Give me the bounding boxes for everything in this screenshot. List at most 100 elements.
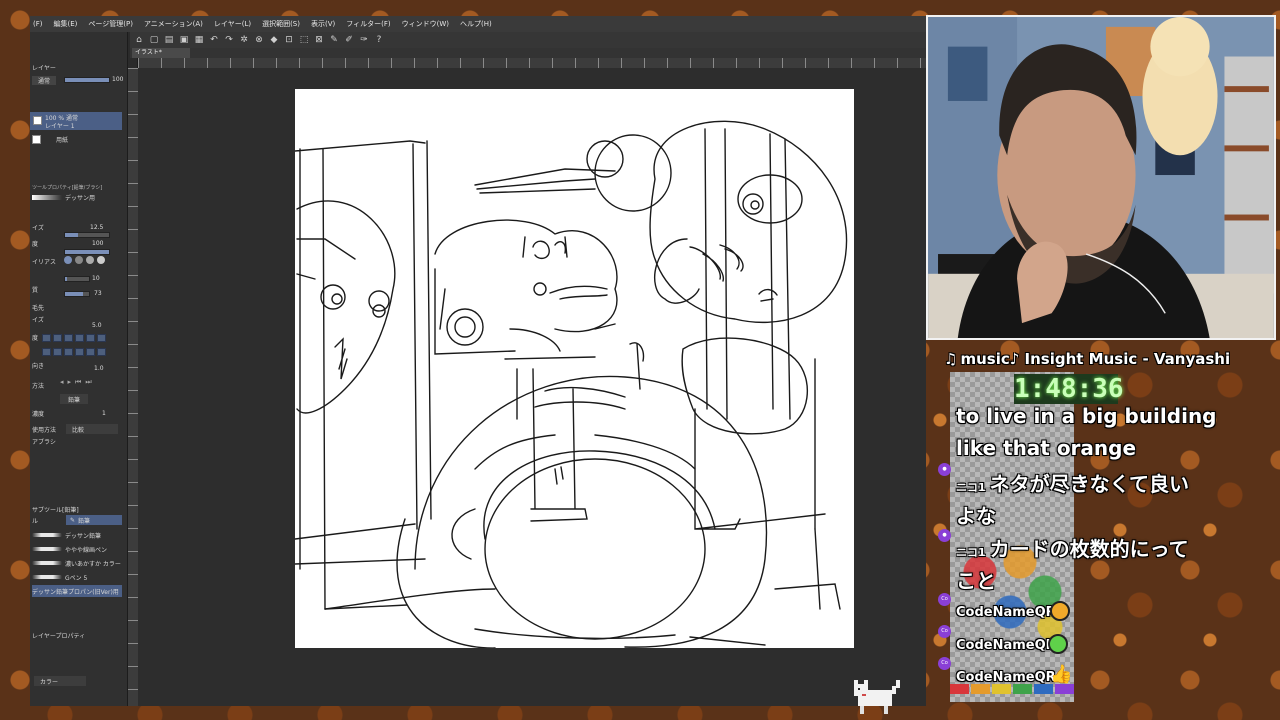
size-slider[interactable] — [64, 232, 110, 238]
hardness-slider[interactable] — [64, 276, 90, 282]
brush-item[interactable]: Gペン 5 — [32, 571, 122, 583]
stabilize-slider[interactable] — [64, 291, 90, 297]
chat-message: ニコ1 ネタが尽きなくて良い — [956, 472, 1190, 496]
save-icon[interactable]: ▣ — [179, 35, 189, 45]
color-strip — [950, 684, 1074, 694]
streamer-video-frame — [928, 17, 1274, 338]
grid-cell[interactable] — [42, 334, 51, 342]
menu-animation[interactable]: アニメーション(A) — [144, 19, 203, 29]
menu-filter[interactable]: フィルター(F) — [346, 19, 390, 29]
method-label: 使用方法 — [32, 426, 57, 434]
brush-item[interactable]: ややや線画ペン — [32, 543, 122, 555]
undo-icon[interactable]: ↶ — [209, 35, 219, 45]
pixel-cat-icon — [854, 680, 900, 714]
method-select[interactable]: 比較 — [66, 424, 118, 434]
grid-cell[interactable] — [86, 334, 95, 342]
menu-selection[interactable]: 選択範囲(S) — [262, 19, 300, 29]
grid-cell[interactable] — [53, 334, 62, 342]
music-note-icon: ♫ — [944, 350, 958, 368]
user-badge: Co — [938, 593, 951, 606]
layer-thumbnail — [33, 116, 42, 125]
brush-item-selected[interactable]: デッサン鉛筆プロパン(旧Ver)用 — [32, 585, 122, 597]
brush-item[interactable]: 濃いあかすか カラー — [32, 557, 122, 569]
chat-message: ニコ1 カードの枚数的にって — [956, 537, 1189, 561]
color-mode-select[interactable]: カラー — [34, 676, 86, 686]
grid-cell[interactable] — [53, 348, 62, 356]
menu-layer[interactable]: レイヤー(L) — [214, 19, 251, 29]
document-tab-bar: イラスト* — [130, 48, 926, 58]
playback-controls[interactable]: ◂ ▸ ⏮ ⏭ — [60, 378, 122, 388]
menu-edit[interactable]: 編集(E) — [54, 19, 78, 29]
antialias-label: イリアス — [32, 258, 57, 266]
prev-icon[interactable]: ◂ — [60, 378, 64, 388]
new-file-icon[interactable]: ▢ — [149, 35, 159, 45]
grid-cell[interactable] — [64, 334, 73, 342]
menu-window[interactable]: ウィンドウ(W) — [402, 19, 449, 29]
sub-tool-tab-pencil[interactable]: ✎ 鉛筆 — [66, 515, 122, 525]
play-icon[interactable]: ▸ — [68, 378, 72, 388]
antialias-none-icon[interactable] — [64, 256, 72, 264]
ruler-horizontal — [138, 58, 926, 68]
redo-icon[interactable]: ↷ — [224, 35, 234, 45]
first-icon[interactable]: ⏮ — [75, 378, 81, 388]
chat-username: CodeNameQR — [956, 638, 1056, 653]
stream-timer: 1:48:36 — [1014, 374, 1124, 404]
size-value: 12.5 — [90, 224, 104, 231]
document-tab[interactable]: イラスト* — [132, 48, 190, 58]
density-label: 度 — [32, 240, 39, 248]
help-icon[interactable]: ? — [374, 35, 384, 45]
tool-property-sub: デッサン用 — [32, 192, 95, 202]
drawing-canvas[interactable] — [294, 89, 854, 649]
antialias-mid-icon[interactable] — [86, 256, 94, 264]
settings-icon[interactable]: ✲ — [239, 35, 249, 45]
chat-message: こと — [956, 569, 996, 593]
brush-item[interactable]: デッサン鉛筆 — [32, 529, 122, 541]
antialias-strong-icon[interactable] — [97, 256, 105, 264]
pencil-mode-button[interactable]: 鉛筆 — [60, 394, 89, 404]
grid-cell[interactable] — [42, 348, 51, 356]
menu-file[interactable]: (F) — [33, 20, 43, 28]
grid-cell[interactable] — [75, 348, 84, 356]
open-icon[interactable]: ▤ — [164, 35, 174, 45]
clear-icon[interactable]: ⊗ — [254, 35, 264, 45]
print-icon[interactable]: ▦ — [194, 35, 204, 45]
grid-cell[interactable] — [97, 334, 106, 342]
grinning-emoji-icon — [1050, 601, 1070, 621]
menu-help[interactable]: ヘルプ(H) — [460, 19, 492, 29]
layer-opacity-value: 100 — [112, 76, 124, 83]
grid-cell[interactable] — [86, 348, 95, 356]
layer-item-1[interactable]: 100 % 通常 レイヤー 1 — [30, 112, 122, 130]
eraser-icon[interactable]: ✑ — [359, 35, 369, 45]
brush-tip-label: 毛先 — [32, 304, 45, 312]
crop-icon[interactable]: ⊠ — [314, 35, 324, 45]
layer-opacity-slider[interactable] — [64, 77, 110, 83]
pen-icon[interactable]: ✎ — [329, 35, 339, 45]
antialias-options[interactable] — [64, 256, 105, 264]
deselect-icon[interactable]: ⬚ — [299, 35, 309, 45]
menu-view[interactable]: 表示(V) — [311, 19, 335, 29]
grid-cell[interactable] — [75, 334, 84, 342]
chat-source-badge: ● — [938, 529, 951, 542]
stroke-preview — [32, 561, 62, 565]
menu-bar: (F) 編集(E) ページ管理(P) アニメーション(A) レイヤー(L) 選択… — [30, 16, 926, 32]
menu-page[interactable]: ページ管理(P) — [88, 19, 133, 29]
canvas-area[interactable] — [138, 68, 926, 706]
home-icon[interactable]: ⌂ — [134, 35, 144, 45]
layer-property-title: レイヤープロパティ — [32, 632, 86, 640]
sub-tool-tab-1[interactable]: ル — [32, 515, 38, 525]
stabilize-label: 質 — [32, 286, 39, 294]
transform-icon[interactable]: ⊡ — [284, 35, 294, 45]
fill-icon[interactable]: ◆ — [269, 35, 279, 45]
density-slider[interactable] — [64, 249, 110, 255]
last-icon[interactable]: ⏭ — [85, 378, 91, 388]
airbrush-label: アブラシ — [32, 438, 56, 446]
brush-size-label: イズ — [32, 316, 44, 324]
brush-icon[interactable]: ✐ — [344, 35, 354, 45]
brush-size-value: 5.0 — [92, 322, 102, 329]
antialias-weak-icon[interactable] — [75, 256, 83, 264]
blend-mode-select[interactable]: 通常 — [32, 75, 57, 85]
grid-cell[interactable] — [64, 348, 73, 356]
layer-item-paper[interactable]: 用紙 — [32, 134, 68, 144]
ruler-vertical — [128, 68, 138, 706]
grid-cell[interactable] — [97, 348, 106, 356]
